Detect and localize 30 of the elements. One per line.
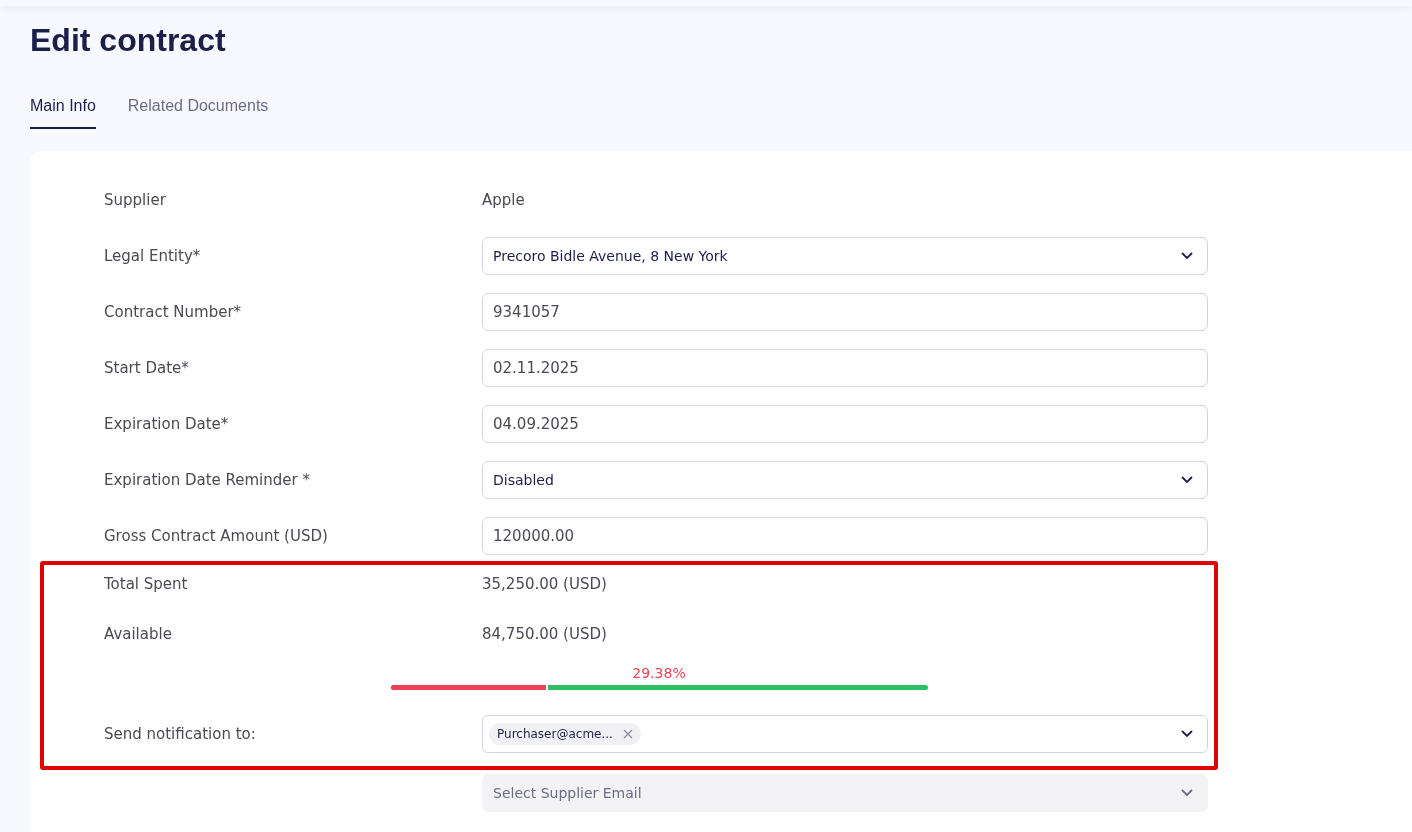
- field-label: Expiration Date Reminder *: [104, 471, 311, 489]
- tab[interactable]: Main Info: [30, 96, 96, 129]
- text-input[interactable]: 9341057: [482, 293, 1208, 331]
- field-label: Total Spent: [104, 575, 189, 593]
- chevron-down-icon: [1181, 730, 1193, 738]
- multi-select-field[interactable]: Purchaser@acme...: [482, 715, 1208, 753]
- select-dropdown[interactable]: Disabled: [482, 461, 1208, 499]
- chevron-down-icon: [1181, 476, 1193, 484]
- field-label: Supplier: [104, 191, 167, 209]
- field-label: Expiration Date*: [104, 415, 230, 433]
- field-label: Legal Entity*: [104, 247, 202, 265]
- text-input[interactable]: 04.09.2025: [482, 405, 1208, 443]
- chevron-down-icon: [1181, 252, 1193, 260]
- field-label: Send notification to:: [104, 725, 257, 743]
- tab[interactable]: Related Documents: [127, 96, 269, 129]
- field-label: Contract Number*: [104, 303, 243, 321]
- field-label: Start Date*: [104, 359, 190, 377]
- text-input[interactable]: 02.11.2025: [482, 349, 1208, 387]
- chevron-down-icon: [1181, 789, 1193, 797]
- field-label: Gross Contract Amount (USD): [104, 527, 329, 545]
- field-value: 84,750.00 (USD): [482, 625, 607, 643]
- email-tag: Purchaser@acme...: [489, 723, 641, 745]
- field-value: 35,250.00 (USD): [482, 575, 607, 593]
- select-dropdown[interactable]: Precoro Bidle Avenue, 8 New York: [482, 237, 1208, 275]
- text-input[interactable]: 120000.00: [482, 517, 1208, 555]
- page-title: Edit contract: [29, 21, 227, 60]
- close-icon[interactable]: [622, 729, 633, 739]
- field-value: Apple: [482, 191, 525, 209]
- field-label: Available: [104, 625, 173, 643]
- percent-label: 29.38%: [632, 665, 686, 681]
